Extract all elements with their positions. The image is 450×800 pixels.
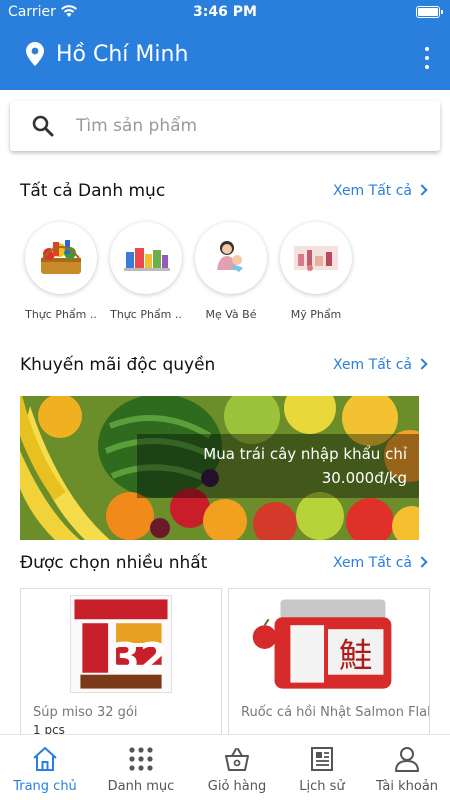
status-bar: Carrier 3:46 PM bbox=[0, 0, 450, 26]
newspaper-icon bbox=[311, 747, 333, 771]
promo-banner[interactable]: Mua trái cây nhập khẩu chỉ 30.000đ/kg bbox=[20, 396, 419, 540]
category-label: Thực Phẩm .. bbox=[25, 308, 97, 321]
category-item-food-1[interactable]: Thực Phẩm .. bbox=[21, 222, 101, 321]
category-label: Thực Phẩm .. bbox=[110, 308, 182, 321]
jar-label-text: 鮭 bbox=[339, 636, 373, 675]
basket-icon bbox=[225, 748, 249, 771]
grocery-products-image bbox=[110, 222, 182, 294]
tab-cart[interactable]: Giỏ hàng bbox=[192, 735, 282, 800]
categories-see-all-link[interactable]: Xem Tất cả bbox=[332, 183, 428, 199]
chevron-right-icon bbox=[416, 358, 428, 370]
category-item-food-2[interactable]: Thực Phẩm .. bbox=[106, 222, 186, 321]
see-all-label: Xem Tất cả bbox=[332, 357, 412, 373]
product-name: Súp miso 32 gói bbox=[33, 705, 138, 720]
promo-banner-line2: 30.000đ/kg bbox=[321, 469, 407, 487]
home-icon bbox=[33, 747, 57, 771]
product-name: Ruốc cá hồi Nhật Salmon Flake bbox=[241, 705, 430, 720]
tab-label: Danh mục bbox=[107, 779, 175, 794]
category-item-mother-baby[interactable]: Mẹ Và Bé bbox=[191, 222, 271, 321]
search-input[interactable] bbox=[76, 111, 416, 141]
chevron-right-icon bbox=[416, 184, 428, 196]
salmon-flake-jar-image: 鮭 bbox=[252, 599, 392, 689]
category-item-cosmetics[interactable]: Mỹ Phẩm bbox=[276, 222, 356, 321]
categories-section-title: Tất cả Danh mục bbox=[20, 181, 166, 201]
popular-see-all-link[interactable]: Xem Tất cả bbox=[332, 555, 428, 571]
more-options-icon[interactable] bbox=[422, 46, 432, 72]
tab-account[interactable]: Tài khoản bbox=[362, 735, 450, 800]
see-all-label: Xem Tất cả bbox=[332, 555, 412, 571]
product-card-salmon-flake[interactable]: 鮭 Ruốc cá hồi Nhật Salmon Flake bbox=[228, 588, 430, 748]
tab-label: Tài khoản bbox=[375, 779, 439, 794]
promo-section-title: Khuyến mãi độc quyền bbox=[20, 355, 216, 375]
food-basket-image bbox=[25, 222, 97, 294]
tab-home[interactable]: Trang chủ bbox=[0, 735, 90, 800]
chevron-right-icon bbox=[416, 556, 428, 568]
search-bar bbox=[10, 101, 440, 151]
cosmetics-image bbox=[280, 222, 352, 294]
app-header: Hồ Chí Minh bbox=[0, 26, 450, 90]
tab-history[interactable]: Lịch sử bbox=[277, 735, 367, 800]
promo-see-all-link[interactable]: Xem Tất cả bbox=[332, 357, 428, 373]
grid-icon bbox=[129, 747, 153, 771]
package-number-text: 32 bbox=[112, 635, 167, 681]
tab-label: Trang chủ bbox=[13, 779, 77, 794]
product-card-miso[interactable]: 32 Súp miso 32 gói 1 pcs bbox=[20, 588, 222, 748]
user-icon bbox=[395, 747, 419, 772]
category-label: Mỹ Phẩm bbox=[290, 308, 342, 321]
battery-icon bbox=[416, 6, 443, 18]
promo-banner-caption: Mua trái cây nhập khẩu chỉ 30.000đ/kg bbox=[137, 434, 419, 498]
tab-label: Lịch sử bbox=[299, 779, 345, 794]
app-screen: Carrier 3:46 PM Hồ Chí Minh Tìm sản phẩm… bbox=[0, 0, 450, 800]
promo-banner-line1: Mua trái cây nhập khẩu chỉ bbox=[203, 445, 407, 463]
miso-soup-package-image: 32 bbox=[70, 595, 172, 694]
clock: 3:46 PM bbox=[193, 4, 257, 20]
popular-section-title: Được chọn nhiều nhất bbox=[20, 553, 208, 573]
category-label: Mẹ Và Bé bbox=[205, 308, 257, 321]
tab-label: Giỏ hàng bbox=[207, 779, 267, 794]
location-label[interactable]: Hồ Chí Minh bbox=[56, 42, 188, 67]
tab-category[interactable]: Danh mục bbox=[96, 735, 186, 800]
search-icon bbox=[32, 115, 54, 141]
mother-baby-image bbox=[195, 222, 267, 294]
bottom-tab-bar: Trang chủ Danh mục Giỏ hàng Lịch sử Tài … bbox=[0, 734, 450, 800]
see-all-label: Xem Tất cả bbox=[332, 183, 412, 199]
location-pin-icon[interactable] bbox=[26, 42, 44, 70]
